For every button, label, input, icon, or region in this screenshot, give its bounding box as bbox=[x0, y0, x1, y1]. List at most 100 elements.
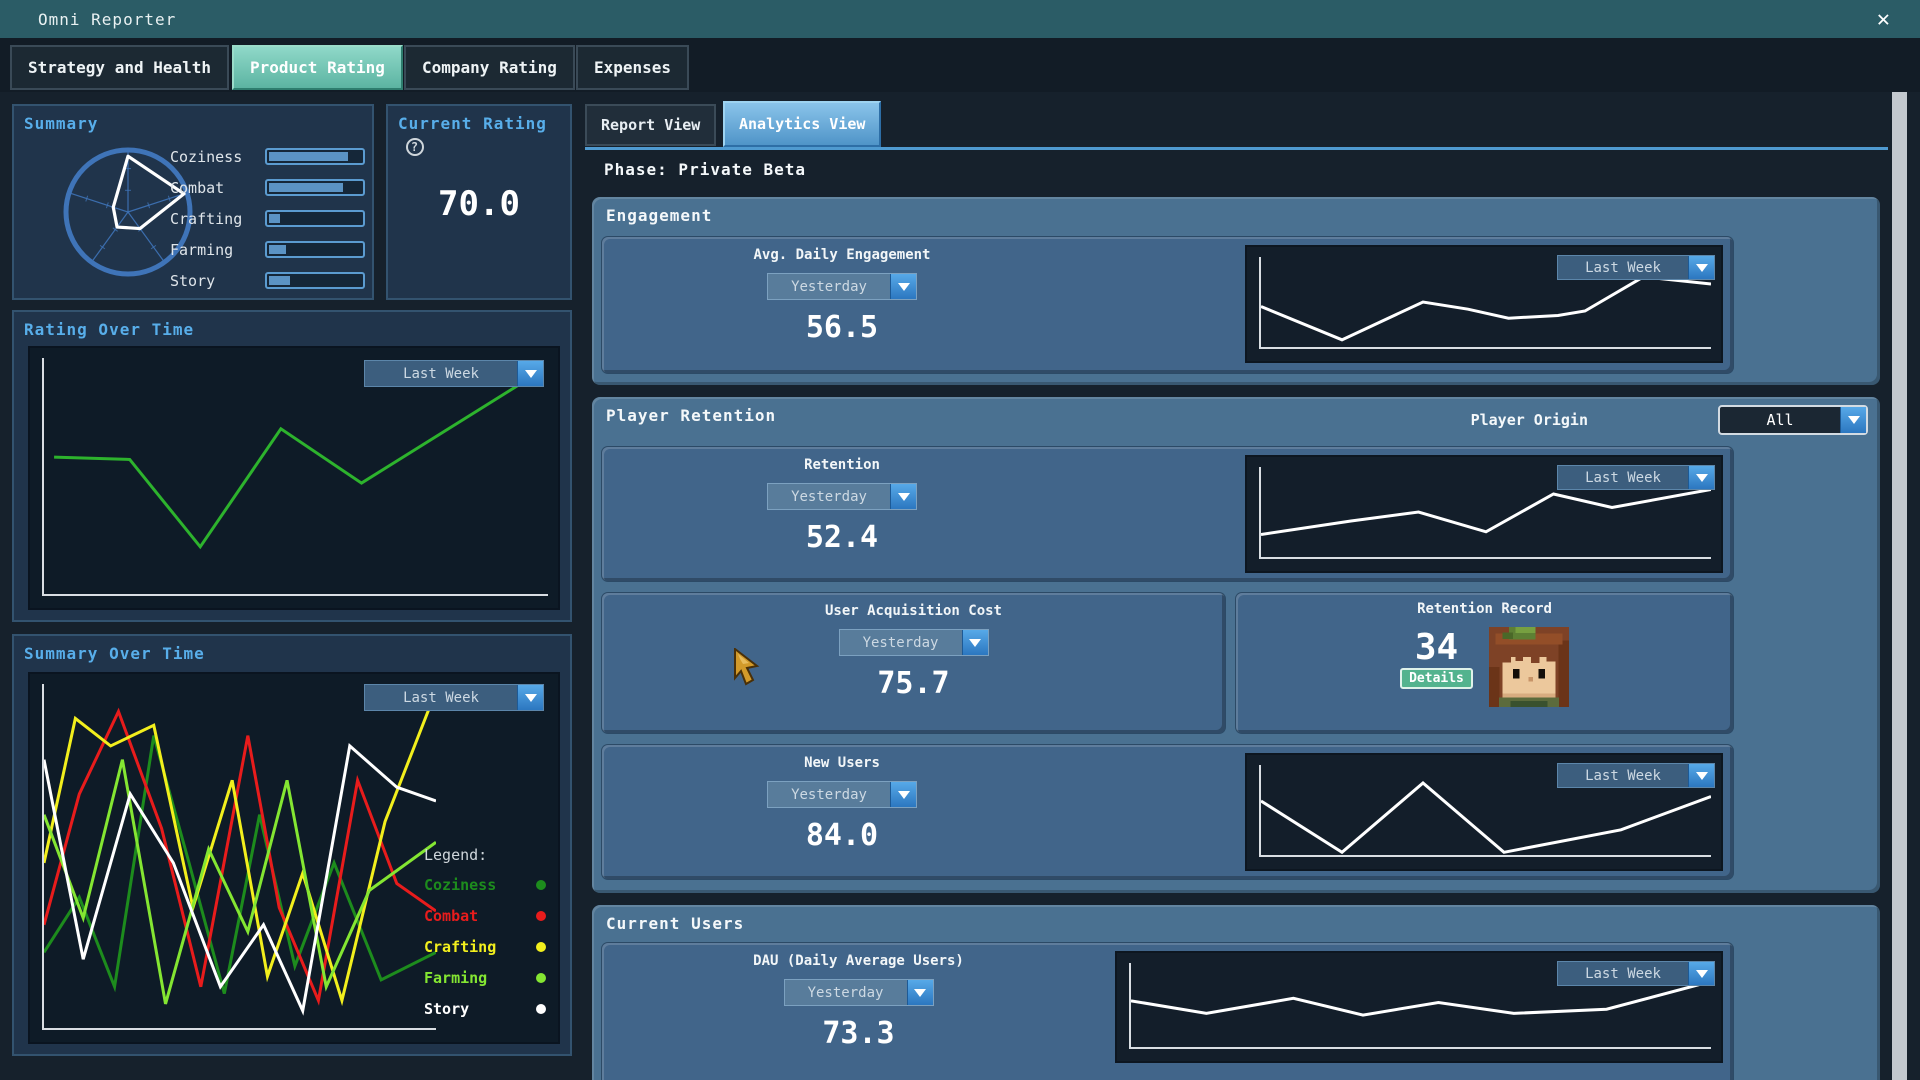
rating-over-time-panel: Rating Over Time Last Week bbox=[12, 310, 572, 622]
dropdown-arrow-button bbox=[517, 361, 543, 386]
stat-title: New Users bbox=[804, 755, 880, 771]
player-origin-label: Player Origin bbox=[1471, 411, 1588, 429]
retention-stat: Retention Yesterday 52.4 bbox=[602, 447, 1082, 581]
tab-strategy-and-health[interactable]: Strategy and Health bbox=[10, 45, 229, 90]
metric-row: Combat bbox=[14, 179, 372, 199]
metric-label: Crafting bbox=[170, 210, 242, 228]
chevron-down-icon bbox=[898, 283, 910, 291]
phase-label: Phase: Private Beta bbox=[604, 160, 806, 179]
stat-value: 52.4 bbox=[806, 520, 878, 555]
dau-stat: DAU (Daily Average Users) Yesterday 73.3 bbox=[602, 943, 1115, 1080]
stat-title: Avg. Daily Engagement bbox=[753, 247, 930, 263]
stat-title: DAU (Daily Average Users) bbox=[753, 953, 964, 969]
dropdown-arrow-button bbox=[1688, 256, 1714, 279]
view-tab-underline bbox=[585, 147, 1888, 150]
metric-label: Combat bbox=[170, 179, 224, 197]
legend-title: Legend: bbox=[424, 846, 546, 864]
legend-ring-icon bbox=[536, 1004, 546, 1014]
engagement-period-dropdown[interactable]: Yesterday bbox=[767, 273, 917, 300]
dau-period-dropdown[interactable]: Yesterday bbox=[784, 979, 934, 1006]
dropdown-arrow-button bbox=[1688, 764, 1714, 787]
summary-over-time-title: Summary Over Time bbox=[24, 644, 205, 663]
window-title: Omni Reporter bbox=[38, 10, 176, 29]
chevron-down-icon bbox=[914, 989, 926, 997]
metric-row: Farming bbox=[14, 241, 372, 261]
dropdown-arrow-button bbox=[890, 484, 916, 509]
metric-bar bbox=[265, 241, 365, 258]
rating-line bbox=[44, 358, 548, 594]
rating-over-time-chart: Last Week bbox=[28, 346, 560, 610]
dropdown-arrow-button bbox=[890, 274, 916, 299]
engagement-section: Engagement Avg. Daily Engagement Yesterd… bbox=[592, 197, 1880, 385]
chevron-down-icon bbox=[1696, 970, 1708, 978]
metric-row: Story bbox=[14, 272, 372, 292]
chevron-down-icon bbox=[969, 639, 981, 647]
legend-item-crafting: Crafting bbox=[424, 938, 546, 956]
stat-title: Retention bbox=[804, 457, 880, 473]
player-retention-section: Player Retention Player Origin All Reten… bbox=[592, 397, 1880, 893]
details-button[interactable]: Details bbox=[1400, 668, 1473, 689]
engagement-chart: Last Week bbox=[1245, 245, 1723, 363]
player-avatar bbox=[1489, 627, 1569, 707]
legend-item-farming: Farming bbox=[424, 969, 546, 987]
tab-report-view[interactable]: Report View bbox=[585, 104, 716, 146]
metric-row: Crafting bbox=[14, 210, 372, 230]
summary-over-time-panel: Summary Over Time Last Week Legend: Cozi… bbox=[12, 634, 572, 1056]
player-origin-dropdown[interactable]: All bbox=[1718, 405, 1868, 435]
stat-value: 84.0 bbox=[806, 818, 878, 853]
rating-over-time-title: Rating Over Time bbox=[24, 320, 194, 339]
metric-row: Coziness bbox=[14, 148, 372, 168]
dau-range-dropdown[interactable]: Last Week bbox=[1557, 961, 1715, 986]
stat-title: Retention Record bbox=[1236, 601, 1733, 617]
retention-range-dropdown[interactable]: Last Week bbox=[1557, 465, 1715, 490]
retention-period-dropdown[interactable]: Yesterday bbox=[767, 483, 917, 510]
new-users-stat: New Users Yesterday 84.0 bbox=[602, 745, 1082, 879]
summary-range-dropdown[interactable]: Last Week bbox=[364, 684, 544, 711]
rating-plot-area bbox=[42, 358, 548, 596]
stat-value: 73.3 bbox=[822, 1016, 894, 1051]
tab-analytics-view[interactable]: Analytics View bbox=[723, 101, 881, 147]
new-users-range-dropdown[interactable]: Last Week bbox=[1557, 763, 1715, 788]
stat-value: 75.7 bbox=[877, 666, 949, 701]
legend-item-coziness: Coziness bbox=[424, 876, 546, 894]
current-users-section: Current Users DAU (Daily Average Users) … bbox=[592, 905, 1880, 1080]
help-icon[interactable]: ? bbox=[406, 138, 424, 156]
metric-label: Coziness bbox=[170, 148, 242, 166]
new-users-period-dropdown[interactable]: Yesterday bbox=[767, 781, 917, 808]
stat-title: User Acquisition Cost bbox=[825, 603, 1002, 619]
omni-reporter-window: Omni Reporter ✕ Strategy and Health Prod… bbox=[0, 0, 1920, 1080]
engagement-stat: Avg. Daily Engagement Yesterday 56.5 bbox=[602, 237, 1082, 373]
new-users-card: New Users Yesterday 84.0 Last Week bbox=[602, 745, 1733, 879]
dropdown-arrow-button bbox=[1688, 466, 1714, 489]
summary-title: Summary bbox=[24, 114, 98, 133]
chevron-down-icon bbox=[898, 493, 910, 501]
engagement-range-dropdown[interactable]: Last Week bbox=[1557, 255, 1715, 280]
summary-panel: Summary Coziness Combat Crafting Farming… bbox=[12, 104, 374, 300]
legend-ring-icon bbox=[536, 880, 546, 890]
main-tab-bar: Strategy and Health Product Rating Compa… bbox=[0, 38, 1920, 92]
chevron-down-icon bbox=[1696, 264, 1708, 272]
uac-period-dropdown[interactable]: Yesterday bbox=[839, 629, 989, 656]
retention-chart: Last Week bbox=[1245, 455, 1723, 573]
chevron-down-icon bbox=[1696, 772, 1708, 780]
tab-product-rating[interactable]: Product Rating bbox=[232, 45, 403, 90]
summary-plot-area bbox=[42, 684, 436, 1030]
dropdown-arrow-button bbox=[890, 782, 916, 807]
summary-lines bbox=[44, 684, 436, 1028]
current-rating-value: 70.0 bbox=[388, 184, 570, 224]
rating-range-dropdown[interactable]: Last Week bbox=[364, 360, 544, 387]
tab-expenses[interactable]: Expenses bbox=[576, 45, 689, 90]
user-acquisition-cost-card: User Acquisition Cost Yesterday 75.7 bbox=[602, 593, 1225, 733]
uac-stat: User Acquisition Cost Yesterday 75.7 bbox=[602, 593, 1225, 733]
close-icon[interactable]: ✕ bbox=[1877, 7, 1890, 32]
dau-chart: Last Week bbox=[1115, 951, 1723, 1063]
chevron-down-icon bbox=[1848, 416, 1860, 424]
title-bar: Omni Reporter ✕ bbox=[0, 0, 1920, 38]
dropdown-arrow-button bbox=[1840, 407, 1866, 433]
chevron-down-icon bbox=[1696, 474, 1708, 482]
dropdown-arrow-button bbox=[517, 685, 543, 710]
summary-over-time-chart: Last Week Legend: Coziness Combat Crafti… bbox=[28, 672, 560, 1044]
retention-record-value: 34 bbox=[1415, 627, 1458, 668]
tab-company-rating[interactable]: Company Rating bbox=[404, 45, 575, 90]
vertical-scrollbar[interactable] bbox=[1892, 92, 1907, 1080]
